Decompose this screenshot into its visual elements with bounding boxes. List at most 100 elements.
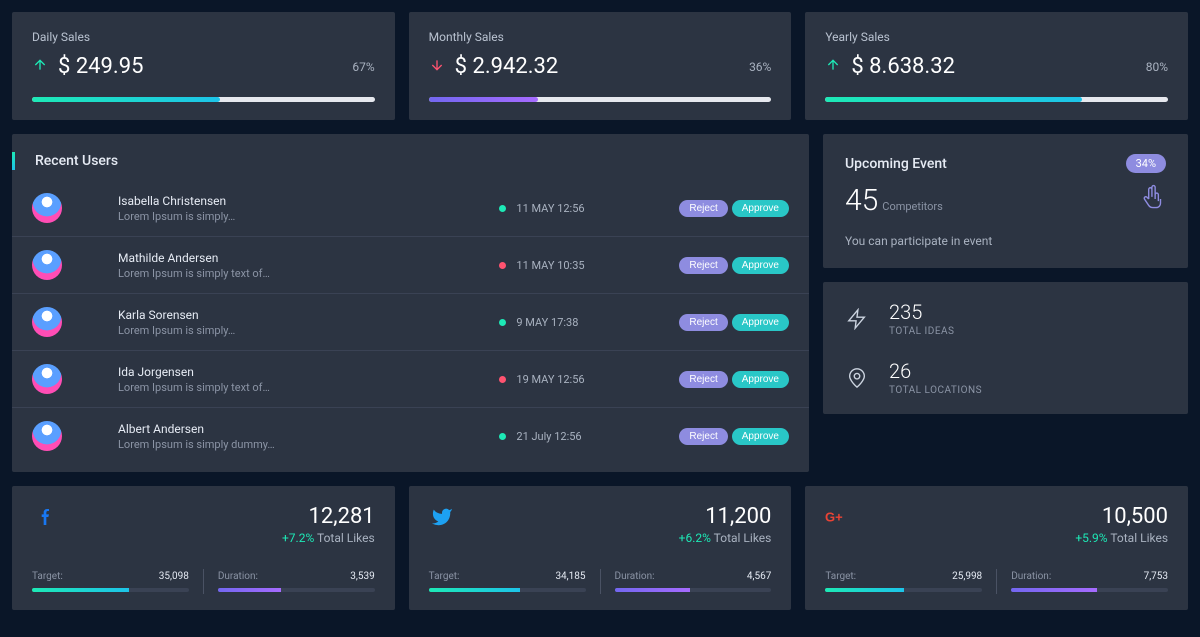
yearly-sales-card: Yearly Sales $ 8.638.32 80%: [805, 12, 1188, 120]
svg-text:G+: G+: [825, 509, 843, 524]
arrow-down-icon: [429, 54, 445, 79]
stat-locations-label: TOTAL LOCATIONS: [889, 385, 982, 396]
zap-icon: [845, 307, 869, 331]
location-icon: [845, 366, 869, 390]
stat-ideas-label: TOTAL IDEAS: [889, 326, 954, 337]
user-row: Isabella Christensen Lorem Ipsum is simp…: [12, 180, 809, 237]
user-time: 9 MAY 17:38: [499, 316, 679, 329]
user-desc: Lorem Ipsum is simply…: [118, 210, 499, 223]
target-bar: [429, 588, 586, 592]
duration-bar: [218, 588, 375, 592]
user-desc: Lorem Ipsum is simply dummy…: [118, 438, 499, 451]
target-bar: [825, 588, 982, 592]
user-time: 11 MAY 10:35: [499, 259, 679, 272]
user-time: 11 MAY 12:56: [499, 202, 679, 215]
stat-locations: 26 TOTAL LOCATIONS: [845, 359, 1166, 396]
user-name: Ida Jorgensen: [118, 365, 499, 379]
stats-card: 235 TOTAL IDEAS 26 TOTAL LOCATIONS: [823, 282, 1188, 414]
upcoming-event-card: Upcoming Event 34% 45 Competitors You ca…: [823, 134, 1188, 268]
duration-label: Duration:: [615, 571, 655, 582]
social-sub: +7.2% Total Likes: [282, 531, 375, 545]
duration-value: 7,753: [1144, 571, 1168, 582]
user-name: Mathilde Andersen: [118, 251, 499, 265]
yearly-sales-bar: [825, 97, 1168, 102]
duration-label: Duration:: [218, 571, 258, 582]
event-count: 45: [845, 183, 878, 218]
target-label: Target:: [825, 571, 856, 582]
stat-ideas-value: 235: [889, 300, 954, 324]
social-count: 11,200: [679, 504, 772, 529]
user-row: Karla Sorensen Lorem Ipsum is simply… 9 …: [12, 294, 809, 351]
user-name: Isabella Christensen: [118, 194, 499, 208]
user-desc: Lorem Ipsum is simply text of…: [118, 381, 499, 394]
monthly-sales-title: Monthly Sales: [429, 30, 772, 44]
status-dot: [499, 319, 506, 326]
google-card: G+ 10,500 +5.9% Total Likes Target:25,99…: [805, 486, 1188, 610]
duration-bar: [615, 588, 772, 592]
reject-button[interactable]: Reject: [679, 257, 727, 274]
facebook-icon: [32, 504, 58, 530]
avatar: [32, 307, 62, 337]
stat-ideas: 235 TOTAL IDEAS: [845, 300, 1166, 337]
event-badge: 34%: [1126, 154, 1166, 173]
reject-button[interactable]: Reject: [679, 200, 727, 217]
approve-button[interactable]: Approve: [732, 200, 789, 217]
yearly-sales-title: Yearly Sales: [825, 30, 1168, 44]
recent-users-card: Recent Users Isabella Christensen Lorem …: [12, 134, 809, 472]
facebook-card: 12,281 +7.2% Total Likes Target: 35,098 D…: [12, 486, 395, 610]
daily-sales-title: Daily Sales: [32, 30, 375, 44]
avatar: [32, 193, 62, 223]
user-time: 19 MAY 12:56: [499, 373, 679, 386]
twitter-icon: [429, 504, 455, 530]
user-name: Karla Sorensen: [118, 308, 499, 322]
target-bar: [32, 588, 189, 592]
yearly-sales-amount: $ 8.638.32: [851, 54, 955, 79]
target-value: 34,185: [555, 571, 585, 582]
event-label: Competitors: [882, 200, 943, 213]
social-sub: +5.9% Total Likes: [1075, 531, 1168, 545]
social-sub: +6.2% Total Likes: [679, 531, 772, 545]
yearly-sales-pct: 80%: [1146, 60, 1168, 74]
status-dot: [499, 262, 506, 269]
monthly-sales-card: Monthly Sales $ 2.942.32 36%: [409, 12, 792, 120]
reject-button[interactable]: Reject: [679, 428, 727, 445]
reject-button[interactable]: Reject: [679, 371, 727, 388]
arrow-up-icon: [825, 54, 841, 79]
target-label: Target:: [429, 571, 460, 582]
target-value: 35,098: [159, 571, 189, 582]
twitter-card: 11,200 +6.2% Total Likes Target: 34,185 D…: [409, 486, 792, 610]
social-count: 12,281: [282, 504, 375, 529]
event-desc: You can participate in event: [845, 234, 1166, 248]
monthly-sales-bar: [429, 97, 772, 102]
event-title: Upcoming Event: [845, 156, 947, 172]
status-dot: [499, 205, 506, 212]
user-desc: Lorem Ipsum is simply…: [118, 324, 499, 337]
status-dot: [499, 433, 506, 440]
social-count: 10,500: [1075, 504, 1168, 529]
duration-label: Duration:: [1011, 571, 1051, 582]
recent-users-title: Recent Users: [35, 153, 118, 169]
reject-button[interactable]: Reject: [679, 314, 727, 331]
google-icon: G+: [825, 504, 851, 530]
avatar: [32, 421, 62, 451]
daily-sales-card: Daily Sales $ 249.95 67%: [12, 12, 395, 120]
daily-sales-amount: $ 249.95: [58, 54, 143, 79]
approve-button[interactable]: Approve: [732, 314, 789, 331]
user-row: Albert Andersen Lorem Ipsum is simply du…: [12, 408, 809, 464]
daily-sales-bar: [32, 97, 375, 102]
user-time: 21 July 12:56: [499, 430, 679, 443]
daily-sales-pct: 67%: [352, 60, 374, 74]
approve-button[interactable]: Approve: [732, 371, 789, 388]
target-label: Target:: [32, 571, 63, 582]
monthly-sales-amount: $ 2.942.32: [455, 54, 559, 79]
avatar: [32, 250, 62, 280]
approve-button[interactable]: Approve: [732, 257, 789, 274]
sales-row: Daily Sales $ 249.95 67% Monthly Sales $…: [12, 12, 1188, 120]
monthly-sales-pct: 36%: [749, 60, 771, 74]
approve-button[interactable]: Approve: [732, 428, 789, 445]
user-name: Albert Andersen: [118, 422, 499, 436]
status-dot: [499, 376, 506, 383]
user-desc: Lorem Ipsum is simply text of…: [118, 267, 499, 280]
arrow-up-icon: [32, 54, 48, 79]
avatar: [32, 364, 62, 394]
